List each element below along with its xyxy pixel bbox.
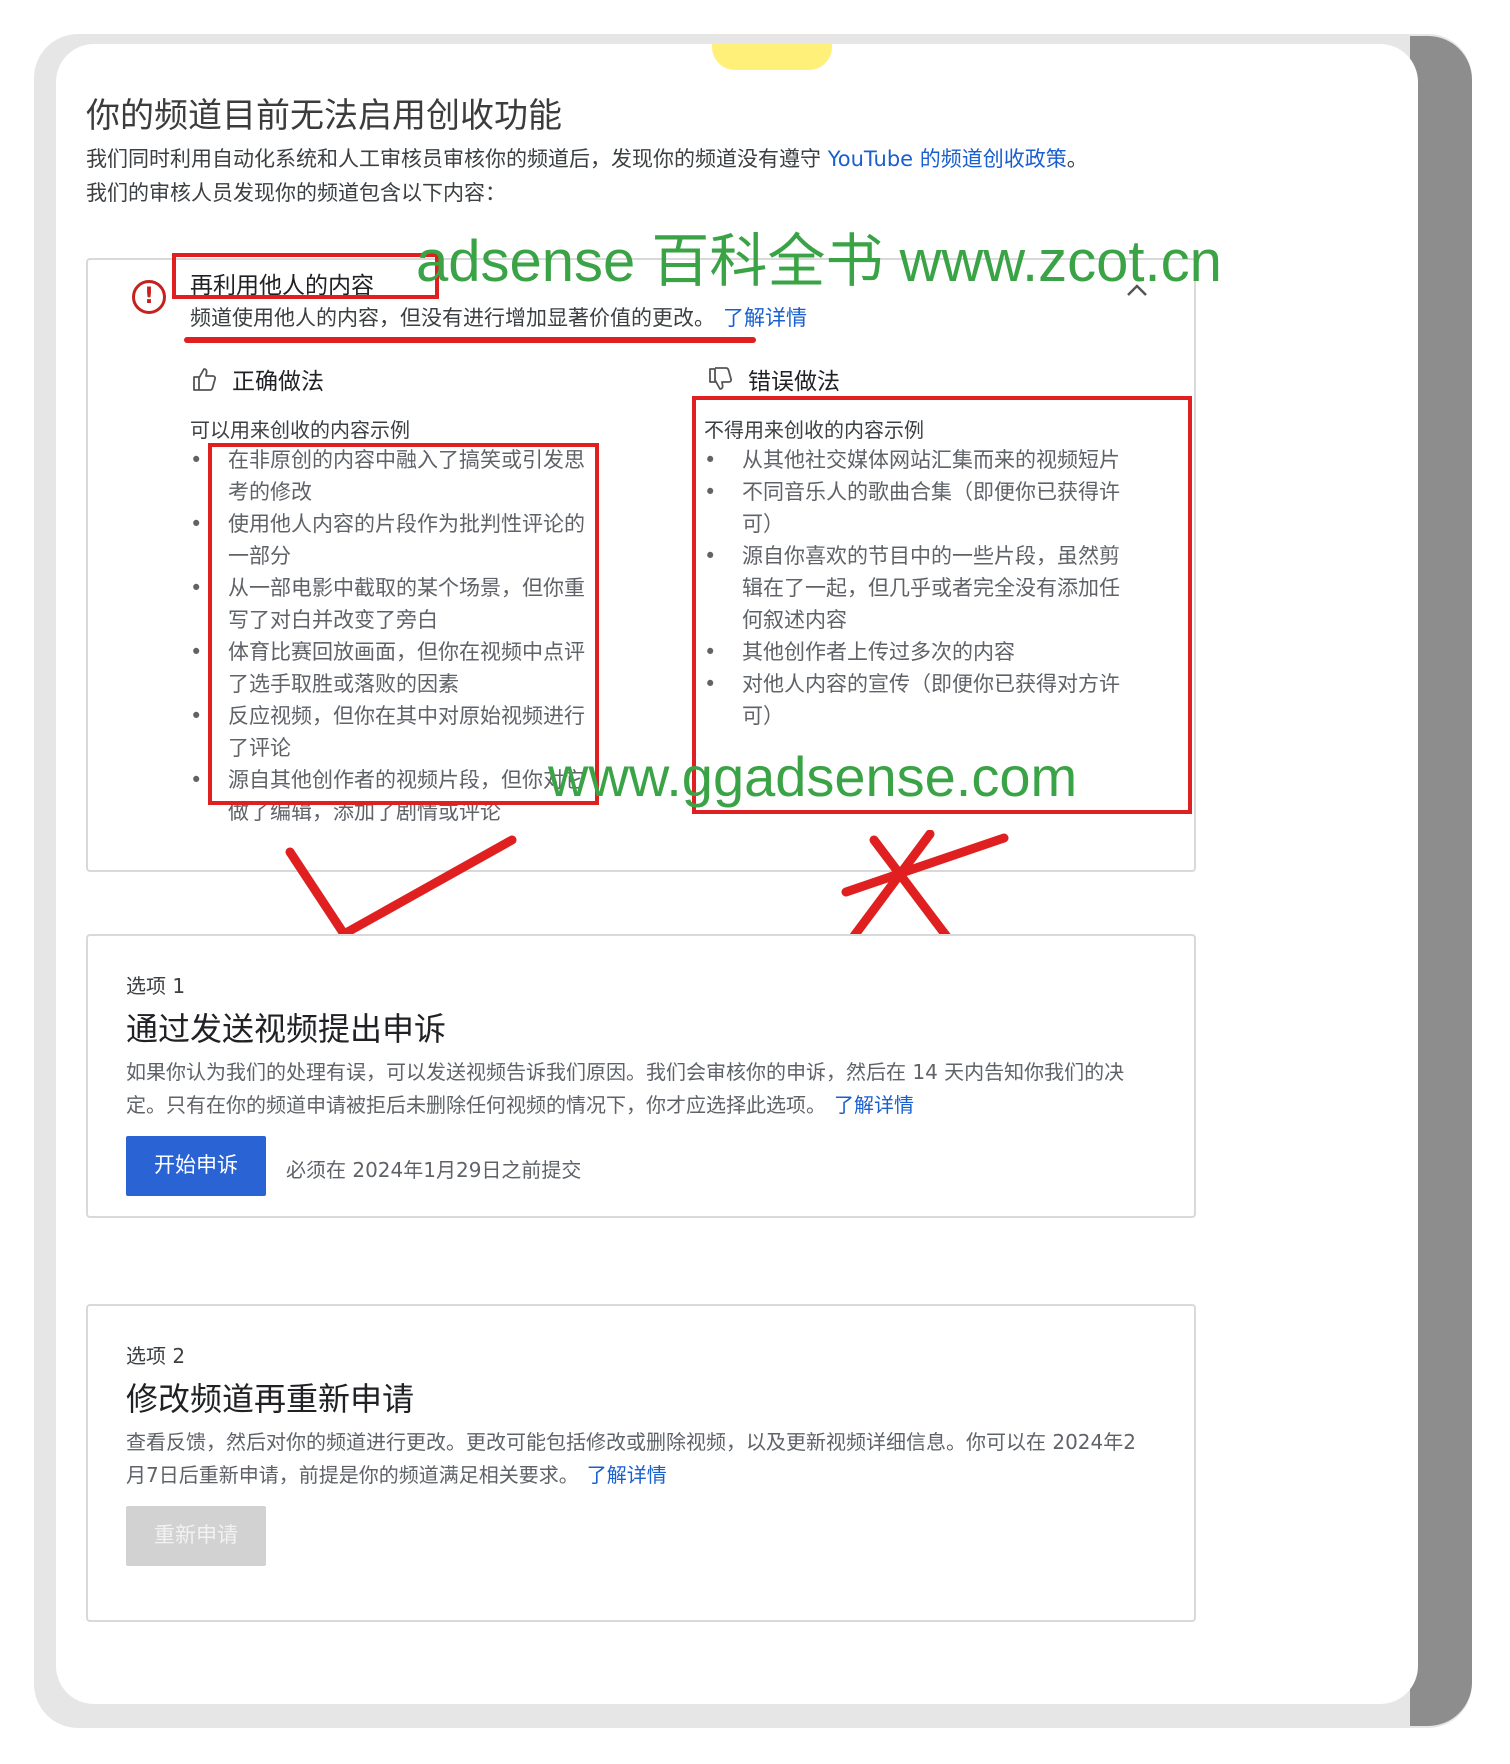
watermark-bottom: www.ggadsense.com [548,745,1078,808]
window-edge [1410,36,1472,1726]
policy-window: 你的频道目前无法启用创收功能 我们同时利用自动化系统和人工审核员审核你的频道后，… [56,44,1418,1704]
watermark-top: adsense 百科全书 www.zcot.cn [416,229,1222,294]
annotation-underline [184,337,756,343]
policy-link[interactable]: YouTube 的频道创收政策 [828,147,1067,171]
option1-learn-more-link[interactable]: 了解详情 [834,1093,914,1117]
option1-title: 通过发送视频提出申诉 [126,1010,447,1048]
highlight-blob [712,44,832,70]
option2-description-block: 查看反馈，然后对你的频道进行更改。更改可能包括修改或删除视频，以及更新视频详细信… [126,1426,1136,1492]
intro-line2: 我们的审核人员发现你的频道包含以下内容： [86,181,506,205]
option2-label: 选项 2 [126,1344,186,1368]
dont-heading: 错误做法 [748,369,840,395]
annotation-do-box [208,443,599,805]
annotation-title-box [172,253,439,299]
reapply-button[interactable]: 重新申请 [126,1506,266,1566]
issue-learn-more-link[interactable]: 了解详情 [723,306,807,330]
intro-line1: 我们同时利用自动化系统和人工审核员审核你的频道后，发现你的频道没有遵守 [86,147,828,171]
do-subheading: 可以用来创收的内容示例 [190,418,410,442]
page-title: 你的频道目前无法启用创收功能 [86,96,562,136]
do-heading-row: 正确做法 [190,362,324,396]
option1-description-block: 如果你认为我们的处理有误，可以发送视频告诉我们原因。我们会审核你的申诉，然后在 … [126,1056,1136,1122]
option2-learn-more-link[interactable]: 了解详情 [587,1463,667,1487]
start-appeal-button[interactable]: 开始申诉 [126,1136,266,1196]
thumbs-down-icon [706,365,734,393]
alert-icon: ! [132,280,166,314]
issue-description-row: 频道使用他人的内容，但没有进行增加显著价值的更改。 了解详情 [190,302,807,332]
thumbs-up-icon [190,365,218,393]
intro-text: 我们同时利用自动化系统和人工审核员审核你的频道后，发现你的频道没有遵守 YouT… [86,142,1088,210]
issue-description: 频道使用他人的内容，但没有进行增加显著价值的更改。 [190,306,715,330]
option2-title: 修改频道再重新申请 [126,1380,415,1418]
do-heading: 正确做法 [232,369,324,395]
dont-heading-row: 错误做法 [706,362,840,396]
option1-description: 如果你认为我们的处理有误，可以发送视频告诉我们原因。我们会审核你的申诉，然后在 … [126,1060,1125,1117]
intro-line1-end: 。 [1066,147,1088,171]
option1-label: 选项 1 [126,974,186,998]
appeal-deadline: 必须在 2024年1月29日之前提交 [286,1158,582,1182]
